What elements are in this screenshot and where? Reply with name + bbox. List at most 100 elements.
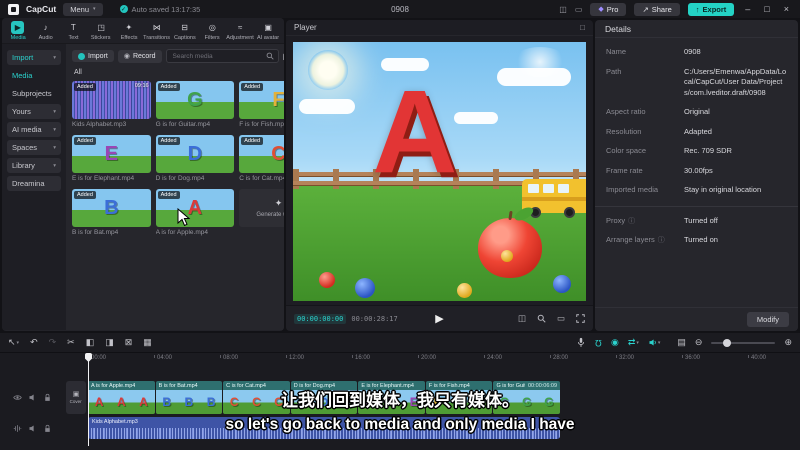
generate-ai-tile: ✦Generate with AI xyxy=(256,198,284,218)
video-preview[interactable]: A xyxy=(293,42,586,301)
media-item-label: G is for Guitar.mp4 xyxy=(155,121,211,128)
minimize-button[interactable]: – xyxy=(742,4,753,14)
aspect-ratio-icon[interactable]: ▭ xyxy=(557,313,565,324)
tab-effects[interactable]: ✦ Effects xyxy=(115,20,143,41)
media-item-label: Kids Alphabet.mp3 xyxy=(72,121,127,128)
zoom-slider-thumb[interactable] xyxy=(723,338,732,347)
tab-filters[interactable]: ◎ Filters xyxy=(199,20,227,41)
media-panel: ▶ Media ♪ Audio T Text ◳ Stickers ✦ Effe… xyxy=(2,18,284,331)
tab-adjustment[interactable]: ≈ Adjustment xyxy=(226,20,254,41)
sidebar-item-ai-media[interactable]: AI media ▾ xyxy=(7,122,61,137)
media-item-label: E is for Elephant.mp4 xyxy=(72,175,135,182)
speaker-icon xyxy=(649,339,656,346)
info-icon[interactable]: ⓘ xyxy=(658,235,665,245)
share-button[interactable]: ↗ Share xyxy=(634,2,680,16)
info-icon[interactable]: ⓘ xyxy=(628,216,635,226)
delete-icon[interactable]: ⊠ xyxy=(125,337,133,348)
media-header: Import ◉Record ▦ ≡▾ ▾ xyxy=(66,44,284,63)
close-button[interactable]: × xyxy=(781,4,792,14)
media-item-generate-ai[interactable]: ✦Generate with AI + Generate with AI xyxy=(239,189,284,236)
track-volume-icon[interactable]: ▾ xyxy=(648,338,660,347)
media-thumbnail: A ✦A is for Apple.mp4 Added + xyxy=(155,189,235,227)
player-options-icon[interactable]: □ xyxy=(580,23,585,32)
media-item-label: A is for Apple.mp4 xyxy=(155,229,208,236)
redo-icon[interactable]: ↷ xyxy=(49,337,57,348)
voiceover-mic-icon[interactable] xyxy=(576,337,586,348)
media-item-elephant[interactable]: E ✦E is for Elephant.mp4 Added + E is fo… xyxy=(72,135,151,182)
undo-icon[interactable]: ↶ xyxy=(30,337,38,348)
fullscreen-icon[interactable] xyxy=(576,314,585,323)
media-item-fish[interactable]: F ✦F is for Fish.mp4 Added + F is for Fi… xyxy=(239,81,284,128)
zoom-in-icon[interactable]: ⊕ xyxy=(784,337,792,348)
zoom-fit-icon[interactable] xyxy=(537,314,546,323)
filter-all-label[interactable]: All xyxy=(66,63,284,78)
chevron-down-icon: ▾ xyxy=(53,144,56,151)
media-item-bat[interactable]: B ✦B is for Bat.mp4 Added + B is for Bat… xyxy=(72,189,151,236)
tab-media[interactable]: ▶ Media xyxy=(4,20,32,41)
capcut-window: CapCut Menu ▾ ✓ Auto saved 13:17:35 0908 ◫… xyxy=(0,0,800,450)
split-icon[interactable]: ✂ xyxy=(67,337,75,348)
auto-ripple-icon[interactable]: ⇄ ▾ xyxy=(628,337,639,348)
sidebar-item-yours[interactable]: Yours ▾ xyxy=(7,104,61,119)
mosaic-icon[interactable]: ▦ xyxy=(143,337,152,348)
import-button[interactable]: Import xyxy=(72,50,114,62)
ruler-tick: 00:00 xyxy=(88,353,154,365)
preview-compare-icon[interactable]: ◫ xyxy=(518,313,526,324)
modify-button[interactable]: Modify xyxy=(746,312,789,327)
panel-layout-icon[interactable]: ◫ xyxy=(559,5,567,14)
sidebar-item-import[interactable]: Import ▾ xyxy=(7,50,61,65)
export-button[interactable]: ↑ Export xyxy=(687,2,735,16)
tab-text[interactable]: T Text xyxy=(60,20,88,41)
media-item-apple[interactable]: A ✦A is for Apple.mp4 Added + A is for A… xyxy=(155,189,235,236)
zoom-out-icon[interactable]: ⊖ xyxy=(695,337,703,348)
delete-right-icon[interactable]: ◨ xyxy=(105,337,114,348)
timeline-zoom-slider[interactable] xyxy=(711,338,776,347)
tab-audio[interactable]: ♪ Audio xyxy=(32,20,60,41)
grid-view-icon[interactable]: ▦ xyxy=(283,52,284,61)
tab-icon: T xyxy=(70,23,76,32)
compact-layout-icon[interactable]: ▭ xyxy=(575,5,583,14)
sidebar-item-dreamina[interactable]: Dreamina xyxy=(7,176,61,191)
tab-label: Captions xyxy=(173,35,196,41)
details-row-label: Aspect ratio xyxy=(606,107,646,116)
sidebar-item-spaces[interactable]: Spaces ▾ xyxy=(7,140,61,155)
media-item-kids-alphabet[interactable]: ✦Kids Alphabet.mp3 Added 09:16 + Kids Al… xyxy=(72,81,151,128)
details-title: Details xyxy=(595,20,798,38)
preview-letter: A xyxy=(372,66,458,199)
sidebar-item-subprojects[interactable]: Subprojects xyxy=(7,86,61,101)
pro-button[interactable]: ◆ Pro xyxy=(590,2,627,16)
media-thumbnail: D ✦D is for Dog.mp4 Added + xyxy=(155,135,235,173)
timeline-ruler[interactable]: 00:00 04:00 08:00 12:00 16:00 20:00 24:00 28:00… xyxy=(88,353,800,365)
details-row-value: 0908 xyxy=(684,47,701,56)
blue-ball-graphic xyxy=(553,275,572,294)
sidebar-item-media[interactable]: Media xyxy=(7,68,61,83)
maximize-button[interactable]: □ xyxy=(761,4,772,14)
tab-label: Filters xyxy=(204,35,220,41)
chevron-down-icon: ▾ xyxy=(53,108,56,115)
main-track-magnet-icon[interactable]: ◉ xyxy=(611,337,619,348)
select-tool-icon[interactable]: ↖ ▾ xyxy=(8,337,19,348)
media-item-label: B is for Bat.mp4 xyxy=(72,229,119,236)
media-item-dog[interactable]: D ✦D is for Dog.mp4 Added + D is for Dog… xyxy=(155,135,235,182)
media-thumbnail: G ✦G is for Guitar.mp4 Added + xyxy=(155,81,235,119)
divider xyxy=(595,205,798,207)
tab-stickers[interactable]: ◳ Stickers xyxy=(87,20,115,41)
media-thumbnail: ✦Kids Alphabet.mp3 Added 09:16 + xyxy=(72,81,151,119)
sidebar-item-library[interactable]: Library ▾ xyxy=(7,158,61,173)
snap-magnet-icon[interactable]: Ω xyxy=(595,338,602,348)
cloud-graphic xyxy=(497,67,572,86)
record-button[interactable]: ◉ Record xyxy=(117,49,162,63)
chevron-down-icon: ▾ xyxy=(636,339,639,346)
media-item-cat[interactable]: C ✦C is for Cat.mp4 Added + C is for Cat… xyxy=(239,135,284,182)
preview-frame-icon[interactable]: ▤ xyxy=(677,337,686,348)
media-item-guitar[interactable]: G ✦G is for Guitar.mp4 Added + G is for … xyxy=(155,81,235,128)
tab-ai-avatar[interactable]: ▣ AI avatar xyxy=(254,20,282,41)
sidebar: Import ▾ Media Subprojects Yours ▾ AI me… xyxy=(2,44,66,330)
delete-left-icon[interactable]: ◧ xyxy=(86,337,95,348)
tab-captions[interactable]: ⊟ Captions xyxy=(171,20,199,41)
details-row-label: Color space xyxy=(606,146,647,155)
play-button[interactable]: ▶ xyxy=(435,312,443,325)
menu-button[interactable]: Menu ▾ xyxy=(63,2,103,16)
tab-transitions[interactable]: ⋈ Transitions xyxy=(143,20,171,41)
search-input[interactable] xyxy=(170,51,263,61)
